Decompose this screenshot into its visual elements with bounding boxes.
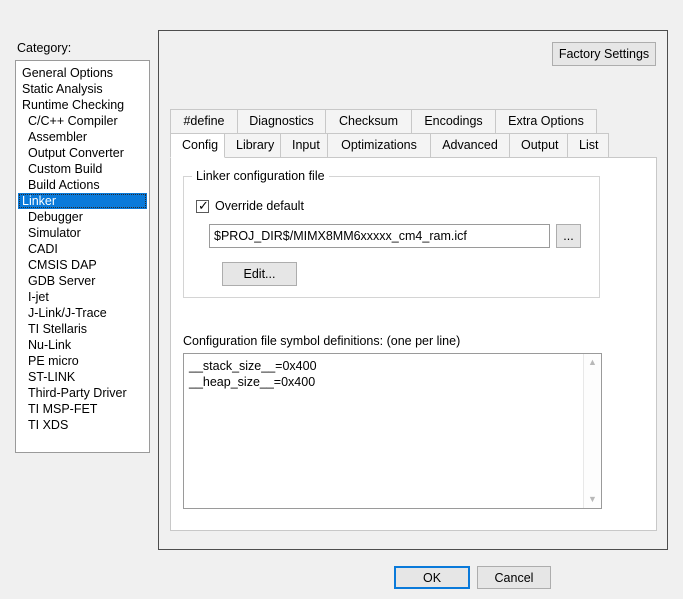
edit-config-button[interactable]: Edit...	[222, 262, 297, 286]
cancel-button[interactable]: Cancel	[477, 566, 551, 589]
config-file-path-row: ...	[209, 224, 581, 248]
tab-optimizations[interactable]: Optimizations	[327, 133, 431, 157]
scroll-down-icon[interactable]: ▼	[584, 492, 601, 507]
tab-encodings[interactable]: Encodings	[411, 109, 496, 133]
override-default-checkbox[interactable]: ✓	[196, 200, 209, 213]
symbol-definitions-text[interactable]: __stack_size__=0x400 __heap_size__=0x400	[184, 354, 583, 508]
tab-list[interactable]: List	[567, 133, 609, 157]
category-item[interactable]: Build Actions	[16, 177, 149, 193]
browse-file-button[interactable]: ...	[556, 224, 581, 248]
checkmark-icon: ✓	[198, 199, 210, 211]
symbol-definitions-label: Configuration file symbol definitions: (…	[183, 334, 460, 348]
category-item[interactable]: I-jet	[16, 289, 149, 305]
options-dialog: Category: General OptionsStatic Analysis…	[0, 0, 683, 599]
category-item[interactable]: Third-Party Driver	[16, 385, 149, 401]
symbol-definitions-box[interactable]: __stack_size__=0x400 __heap_size__=0x400…	[183, 353, 602, 509]
linker-configuration-file-group: Linker configuration file ✓ Override def…	[183, 176, 600, 298]
tab-input[interactable]: Input	[280, 133, 328, 157]
category-item[interactable]: Debugger	[16, 209, 149, 225]
category-item[interactable]: Nu-Link	[16, 337, 149, 353]
category-item[interactable]: TI XDS	[16, 417, 149, 433]
scroll-up-icon[interactable]: ▲	[584, 355, 601, 370]
category-item[interactable]: ST-LINK	[16, 369, 149, 385]
category-label: Category:	[17, 41, 71, 55]
tab-checksum[interactable]: Checksum	[325, 109, 412, 133]
category-item[interactable]: Assembler	[16, 129, 149, 145]
tab-diagnostics[interactable]: Diagnostics	[237, 109, 326, 133]
override-default-label: Override default	[215, 199, 304, 213]
options-right-panel: Factory Settings #defineDiagnosticsCheck…	[158, 30, 668, 550]
category-item[interactable]: Output Converter	[16, 145, 149, 161]
symbol-definitions-scrollbar[interactable]: ▲ ▼	[583, 354, 601, 508]
tab-advanced[interactable]: Advanced	[430, 133, 510, 157]
category-item[interactable]: GDB Server	[16, 273, 149, 289]
category-item[interactable]: TI MSP-FET	[16, 401, 149, 417]
ok-button[interactable]: OK	[394, 566, 470, 589]
tab-page-config: Linker configuration file ✓ Override def…	[170, 157, 657, 531]
tab-output[interactable]: Output	[509, 133, 568, 157]
tab-row-lower: ConfigLibraryInputOptimizationsAdvancedO…	[170, 133, 619, 157]
category-item[interactable]: Simulator	[16, 225, 149, 241]
override-default-row[interactable]: ✓ Override default	[196, 199, 304, 213]
tab-strip: #defineDiagnosticsChecksumEncodingsExtra…	[170, 109, 619, 157]
factory-settings-button[interactable]: Factory Settings	[552, 42, 656, 66]
category-item[interactable]: CMSIS DAP	[16, 257, 149, 273]
category-item[interactable]: C/C++ Compiler	[16, 113, 149, 129]
config-file-path-input[interactable]	[209, 224, 550, 248]
category-item[interactable]: CADI	[16, 241, 149, 257]
tab-row-upper: #defineDiagnosticsChecksumEncodingsExtra…	[170, 109, 619, 133]
category-item[interactable]: Linker	[18, 193, 147, 209]
category-list[interactable]: General OptionsStatic AnalysisRuntime Ch…	[15, 60, 150, 453]
category-item[interactable]: General Options	[16, 65, 149, 81]
tab-library[interactable]: Library	[224, 133, 281, 157]
group-title: Linker configuration file	[192, 169, 329, 183]
tab-define[interactable]: #define	[170, 109, 238, 133]
category-item[interactable]: Custom Build	[16, 161, 149, 177]
category-item[interactable]: Static Analysis	[16, 81, 149, 97]
category-item[interactable]: Runtime Checking	[16, 97, 149, 113]
tab-config[interactable]: Config	[170, 133, 225, 158]
category-item[interactable]: TI Stellaris	[16, 321, 149, 337]
category-item[interactable]: PE micro	[16, 353, 149, 369]
category-item[interactable]: J-Link/J-Trace	[16, 305, 149, 321]
tab-extra-options[interactable]: Extra Options	[495, 109, 597, 133]
